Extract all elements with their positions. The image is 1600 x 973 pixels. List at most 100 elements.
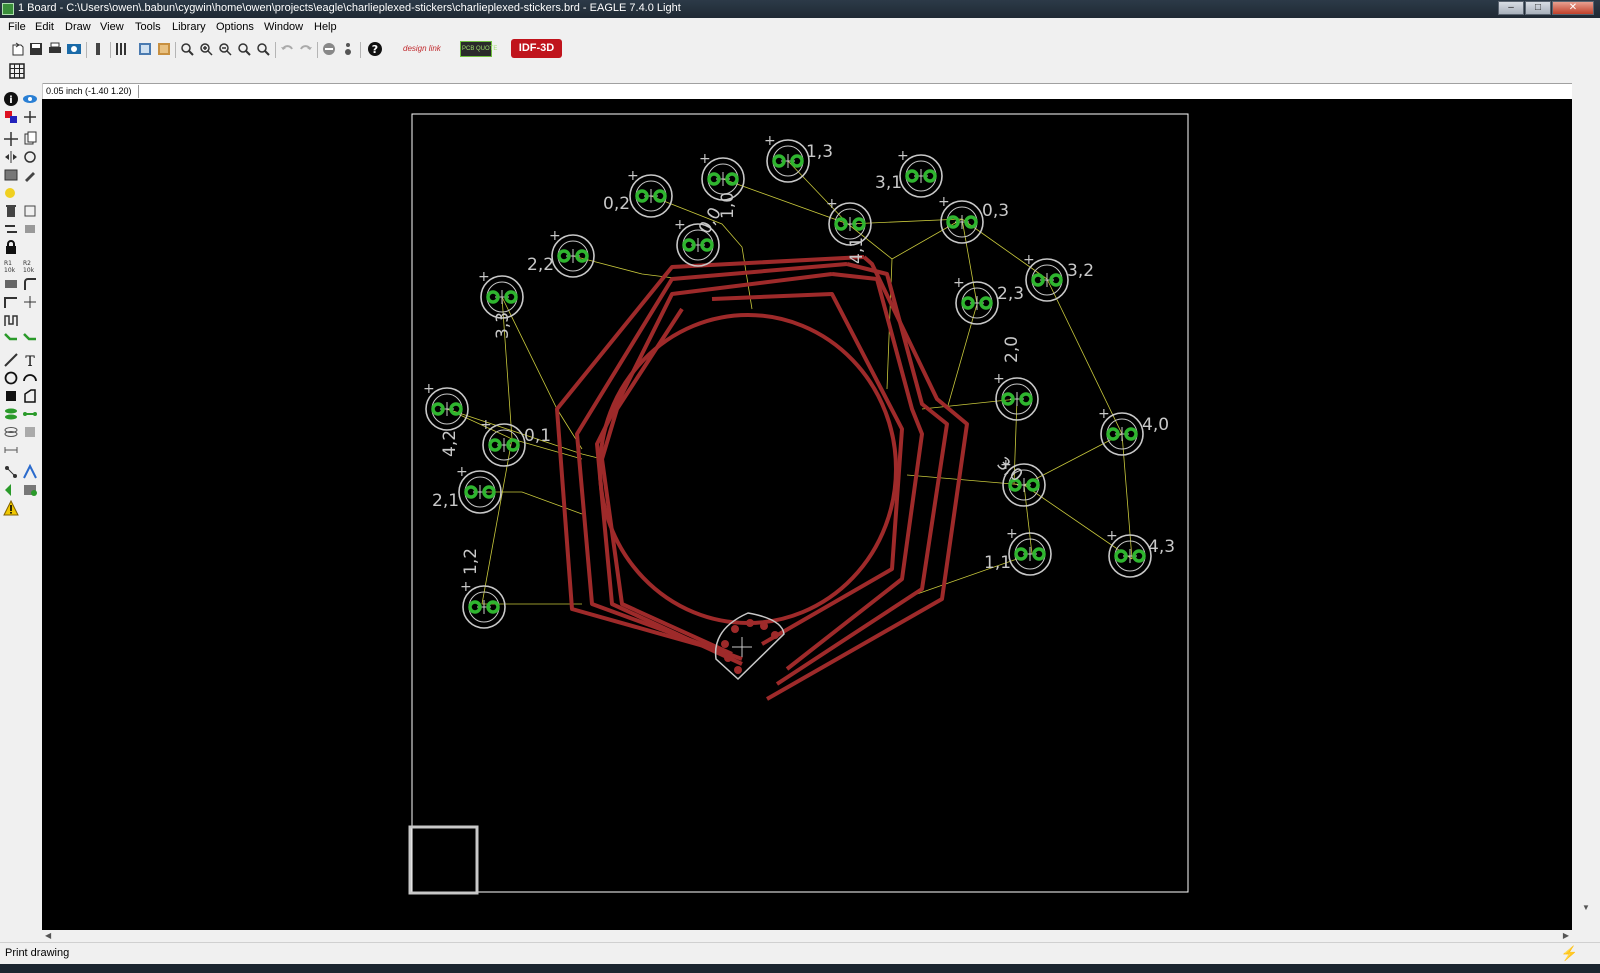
menu-view[interactable]: View (100, 21, 124, 33)
led-footprint[interactable]: +2,3 (953, 275, 1024, 325)
signal-tool-icon[interactable] (22, 406, 38, 422)
ratsnest-tool-icon[interactable] (3, 464, 19, 480)
led-footprint[interactable]: +4,2 (423, 381, 469, 457)
scroll-right-icon[interactable]: ▶ (1563, 931, 1569, 940)
maximize-button[interactable]: □ (1525, 1, 1551, 15)
redo-icon[interactable] (298, 41, 314, 57)
idf-3d-button[interactable]: IDF-3D (511, 39, 562, 58)
print-icon[interactable] (47, 41, 63, 57)
led-footprint[interactable]: +0,0 (674, 204, 726, 267)
led-footprint[interactable]: +4,3 (1106, 528, 1175, 578)
led-footprint[interactable]: +2,2 (527, 228, 595, 278)
add-tool-icon[interactable] (22, 203, 38, 219)
schematic-icon[interactable] (137, 41, 153, 57)
scroll-left-icon[interactable]: ◀ (45, 931, 51, 940)
menu-tools[interactable]: Tools (135, 21, 161, 33)
wire-tool-icon[interactable] (3, 352, 19, 368)
ulp-icon[interactable] (114, 41, 130, 57)
route-tool-icon[interactable] (3, 330, 19, 346)
dimension-tool-icon[interactable] (3, 442, 19, 458)
miter-tool-icon[interactable] (22, 276, 38, 292)
led-footprint[interactable]: +3,1 (875, 148, 943, 198)
menu-help[interactable]: Help (314, 21, 337, 33)
help-icon[interactable]: ? (367, 41, 383, 57)
lock-tool-icon[interactable] (3, 239, 19, 255)
change-tool-icon[interactable] (22, 167, 38, 183)
erc-tool-icon[interactable] (3, 482, 19, 498)
move-tool-icon[interactable] (3, 131, 19, 147)
menu-library[interactable]: Library (172, 21, 206, 33)
minimize-button[interactable]: – (1498, 1, 1524, 15)
pcb-quote-logo[interactable]: PCB QUOTE (460, 41, 497, 57)
horizontal-scrollbar[interactable]: ◀ ▶ (42, 930, 1572, 942)
led-footprint[interactable]: +0,1 (480, 417, 551, 467)
stop-icon[interactable] (321, 41, 337, 57)
name-tool-icon[interactable]: R1 10k (3, 258, 19, 274)
script-icon[interactable] (90, 41, 106, 57)
led-footprint[interactable]: +4,1 (826, 196, 872, 264)
meander-tool-icon[interactable] (3, 312, 19, 328)
vertical-scrollbar[interactable]: ▼ (1572, 83, 1600, 930)
zoom-select-icon[interactable] (255, 41, 271, 57)
ripup-tool-icon[interactable] (22, 330, 38, 346)
led-footprint[interactable]: +3,3 (478, 269, 524, 339)
save-icon[interactable] (28, 41, 44, 57)
open-icon[interactable] (10, 41, 26, 57)
value-tool-icon[interactable]: R2 10k (22, 258, 38, 274)
copy-tool-icon[interactable] (22, 131, 38, 147)
text-tool-icon[interactable]: T (22, 352, 38, 370)
pinswap-tool-icon[interactable] (3, 221, 19, 237)
via-tool-icon[interactable] (3, 406, 19, 422)
board-drawing[interactable]: +1,3+0,2+1,0+ 0,0+3,1+4,1+ 0,3+2,2 +3,2+2,3… (42, 99, 1572, 930)
led-footprint[interactable]: +2,1 (432, 464, 502, 514)
led-footprint[interactable]: +4,0 (1098, 406, 1169, 456)
mark-tool-icon[interactable] (22, 109, 38, 125)
design-link-logo[interactable]: design link (403, 40, 443, 58)
arc-tool-icon[interactable] (22, 370, 38, 386)
rotate-tool-icon[interactable] (22, 149, 38, 165)
smash-tool-icon[interactable] (3, 276, 19, 292)
zoom-out-icon[interactable] (217, 41, 233, 57)
led-footprint[interactable]: +3,2 (1023, 252, 1094, 302)
show-tool-icon[interactable] (22, 91, 38, 107)
zoom-in-icon[interactable] (198, 41, 214, 57)
cam-processor-icon[interactable] (66, 41, 82, 57)
mirror-tool-icon[interactable] (3, 149, 19, 165)
board-canvas[interactable]: +1,3 +0,2 +1,0 +0,0 +3,1 +4,1 +0,3 +2,2 +3,2 +2,3… (42, 99, 1572, 930)
close-button[interactable]: ✕ (1552, 1, 1594, 15)
zoom-fit-icon[interactable] (179, 41, 195, 57)
optimize-tool-icon[interactable] (22, 294, 38, 310)
board-icon[interactable] (156, 41, 172, 57)
led-footprint[interactable]: +0,2 (603, 168, 673, 218)
split-tool-icon[interactable] (3, 294, 19, 310)
led-footprint[interactable]: +3,0 (993, 454, 1046, 507)
led-footprint[interactable]: +1,2 (460, 548, 506, 629)
replace-tool-icon[interactable] (22, 221, 38, 237)
led-footprint[interactable]: +1,3 (764, 133, 833, 183)
led-footprint[interactable]: +0,3 (938, 194, 1009, 244)
led-footprint[interactable]: +2,0 (993, 336, 1039, 421)
menu-options[interactable]: Options (216, 21, 254, 33)
autorouter-tool-icon[interactable] (22, 463, 38, 480)
scroll-down-icon[interactable]: ▼ (1582, 903, 1590, 912)
display-tool-icon[interactable] (3, 109, 19, 125)
info-tool-icon[interactable]: i (3, 91, 19, 107)
go-icon[interactable] (340, 41, 356, 57)
paste-tool-icon[interactable] (3, 185, 19, 201)
attribute-tool-icon[interactable] (22, 424, 38, 440)
undo-icon[interactable] (279, 41, 295, 57)
led-footprint[interactable]: +1,1 (984, 526, 1052, 576)
redraw-icon[interactable] (236, 41, 252, 57)
polygon-tool-icon[interactable] (22, 388, 38, 404)
hole-tool-icon[interactable] (3, 424, 19, 440)
menu-window[interactable]: Window (264, 21, 303, 33)
circle-tool-icon[interactable] (3, 370, 19, 386)
drc-tool-icon[interactable] (22, 482, 38, 498)
grid-icon[interactable] (9, 63, 25, 79)
rect-tool-icon[interactable] (3, 388, 19, 404)
delete-tool-icon[interactable] (3, 203, 19, 219)
menu-draw[interactable]: Draw (65, 21, 91, 33)
group-tool-icon[interactable] (3, 167, 19, 183)
errors-tool-icon[interactable] (3, 499, 19, 516)
command-input[interactable] (152, 85, 1532, 98)
